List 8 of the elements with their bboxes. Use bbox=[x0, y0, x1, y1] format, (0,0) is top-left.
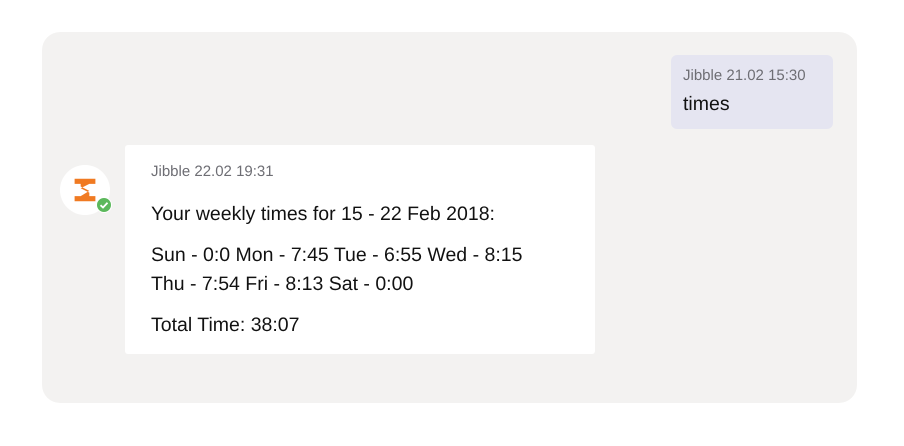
message-text: Sun - 0:0 Mon - 7:45 Tue - 6:55 Wed - 8:15 bbox=[151, 243, 522, 268]
message-text: Total Time: 38:07 bbox=[151, 313, 300, 338]
message-text: Your weekly times for 15 - 22 Feb 2018: bbox=[151, 202, 495, 227]
message-text: Thu - 7:54 Fri - 8:13 Sat - 0:00 bbox=[151, 272, 414, 297]
hourglass-logo-icon bbox=[72, 176, 98, 204]
message-text: times bbox=[683, 93, 730, 115]
message-meta: Jibble 22.02 19:31 bbox=[151, 163, 274, 180]
message-meta: Jibble 21.02 15:30 bbox=[683, 67, 806, 84]
